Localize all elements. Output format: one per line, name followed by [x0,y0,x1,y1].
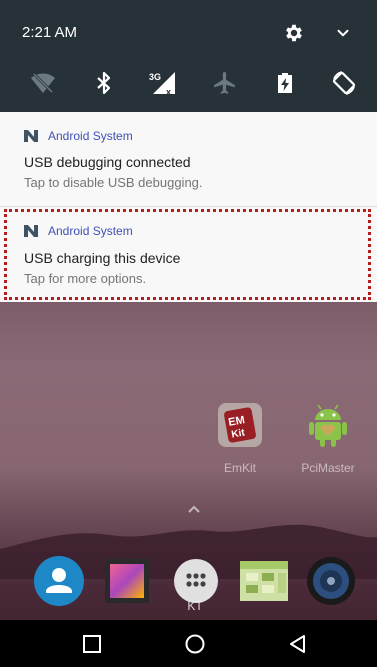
chevron-up-icon[interactable] [186,503,202,515]
dock-folder-label: KT [187,599,203,613]
contacts-icon [34,556,84,606]
notification-app-row: Android System [24,128,133,144]
airplane-mode-icon [214,72,235,94]
speaker-icon [307,557,355,605]
app-label: EmKit [223,461,256,475]
bluetooth-icon [97,71,111,95]
mobile-data-3g-icon: 3G x [149,72,175,96]
android-system-icon [24,130,38,142]
dock-app-grid[interactable] [238,555,290,607]
phone-screen: 2:21 AM 3G x Android System USB debuggin… [0,0,377,667]
notification-subtitle: Tap to disable USB debugging. [24,175,203,190]
settings-gear-icon[interactable] [283,22,305,44]
dock-music[interactable] [305,555,357,607]
notification-title: USB debugging connected [24,154,191,170]
emkit-app-icon: EM Kit [218,403,262,447]
clock: 2:21 AM [22,24,78,41]
airplane-mode-tile[interactable] [210,68,240,98]
mobile-data-tile[interactable]: 3G x [149,68,179,98]
grid-app-icon [240,561,288,601]
back-triangle-icon[interactable] [286,632,310,656]
highlight-box [4,209,371,300]
wifi-off-icon [31,72,55,94]
svg-text:x: x [166,87,171,96]
android-robot-app-icon [309,404,347,447]
app-pcimaster[interactable]: PciMaster [298,400,358,475]
notification-usb-debugging[interactable]: Android System USB debugging connected T… [0,112,377,206]
gallery-icon [105,559,149,603]
auto-rotate-tile[interactable] [329,68,359,98]
battery-saver-icon [278,73,292,93]
quick-settings-header: 2:21 AM 3G x [0,0,377,112]
3g-label: 3G [149,72,161,82]
notification-app-name: Android System [48,129,133,143]
navigation-bar [0,620,377,667]
auto-rotate-icon [332,71,356,95]
recents-square-icon[interactable] [80,632,104,656]
home-circle-icon[interactable] [183,632,207,656]
bluetooth-tile[interactable] [89,68,119,98]
dock-contacts[interactable] [33,555,85,607]
chevron-down-icon[interactable] [334,24,352,42]
app-emkit[interactable]: EM Kit EmKit [210,400,270,475]
app-label: PciMaster [301,461,355,475]
quick-settings-row: 3G x [0,64,377,104]
battery-saver-tile[interactable] [270,68,300,98]
wifi-off-tile[interactable] [28,68,58,98]
dock-gallery[interactable] [101,555,153,607]
